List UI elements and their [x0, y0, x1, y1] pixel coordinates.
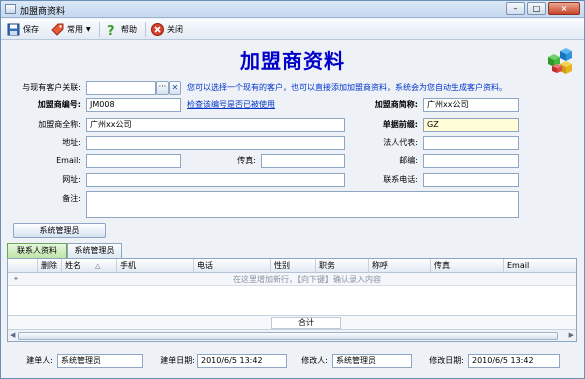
modifier-field: 系统管理员	[332, 354, 412, 368]
clear-button[interactable]: ✕	[169, 81, 181, 95]
fax-label: 传真:	[237, 156, 256, 165]
window: 加盟商资料 – □ × 保存 常用 ▼ ? 帮助 关闭 加盟商资料 与现有客户关…	[0, 0, 585, 379]
phone-input[interactable]	[423, 173, 519, 187]
website-input[interactable]	[86, 173, 345, 187]
new-row[interactable]: ✦ 在这里增加新行，【向下键】确认录入内容	[8, 273, 576, 286]
doc-prefix-input[interactable]: GZ	[423, 118, 519, 132]
common-menu-button[interactable]: 常用 ▼	[51, 22, 91, 37]
window-title: 加盟商资料	[20, 7, 66, 17]
scroll-right-icon[interactable]: ▶	[569, 331, 574, 339]
toolbar-separator	[99, 22, 100, 37]
close-icon	[151, 23, 164, 36]
save-icon	[7, 23, 20, 36]
maximize-button[interactable]: □	[527, 2, 546, 15]
modifier-label: 修改人:	[301, 356, 328, 365]
close-window-button[interactable]: ×	[548, 2, 580, 15]
scroll-left-icon[interactable]: ◀	[10, 331, 15, 339]
creator-field: 系统管理员	[57, 354, 143, 368]
close-button[interactable]: 关闭	[151, 22, 183, 37]
save-label: 保存	[23, 25, 39, 34]
code-input[interactable]: JM008	[86, 98, 181, 112]
column-header-mobile[interactable]: 手机	[117, 259, 194, 273]
page-title: 加盟商资料	[240, 49, 345, 73]
clear-x-icon: ✕	[171, 83, 179, 92]
new-row-icon: ✦	[13, 275, 19, 283]
title-bar: 加盟商资料 – □ ×	[1, 1, 584, 18]
column-header-name[interactable]: 姓名 △	[62, 259, 117, 273]
column-name-label: 姓名	[65, 261, 81, 270]
svg-text:?: ?	[107, 24, 115, 36]
contacts-grid: 删除 姓名 △ 手机 电话 性别 职务 称呼 传真 Email ✦ 在这里增加新行…	[7, 258, 577, 342]
column-header-fax[interactable]: 传真	[431, 259, 504, 273]
doc-prefix-label: 单据前缀:	[382, 120, 418, 129]
column-header-salutation[interactable]: 称呼	[369, 259, 431, 273]
sort-asc-icon: △	[95, 262, 101, 270]
short-name-input[interactable]: 广州xx公司	[423, 98, 519, 112]
tab-system-admin[interactable]: 系统管理员	[67, 243, 122, 258]
help-icon: ?	[107, 24, 115, 36]
header: 加盟商资料	[1, 41, 584, 75]
minimize-button[interactable]: –	[506, 2, 525, 15]
short-name-label: 加盟商简称:	[374, 100, 418, 109]
legal-rep-label: 法人代表:	[383, 138, 418, 147]
ellipsis-icon: ···	[158, 82, 167, 91]
fax-input[interactable]	[261, 154, 345, 168]
toolbar-separator	[145, 22, 146, 37]
link-customer-input[interactable]	[86, 81, 156, 95]
help-button[interactable]: ? 帮助	[105, 22, 137, 37]
legal-rep-input[interactable]	[423, 136, 519, 150]
horizontal-scrollbar[interactable]: ◀ ▶	[8, 329, 576, 341]
postcode-label: 邮编:	[399, 156, 418, 165]
link-customer-label: 与现有客户关联:	[22, 83, 81, 92]
chevron-down-icon: ▼	[86, 26, 91, 33]
modify-date-label: 修改日期:	[429, 356, 464, 365]
phone-label: 联系电话:	[383, 175, 418, 184]
creator-label: 建单人:	[26, 356, 53, 365]
email-label: Email:	[56, 156, 81, 165]
tab-contacts[interactable]: 联系人资料	[7, 243, 67, 258]
column-header-gender[interactable]: 性别	[271, 259, 316, 273]
link-hint-text: 您可以选择一个现有的客户，也可以直接添加加盟商资料，系统会为您自动生成客户资料。	[187, 83, 507, 92]
save-button[interactable]: 保存	[7, 22, 39, 37]
app-icon	[5, 4, 16, 14]
tag-icon	[51, 23, 64, 36]
create-date-label: 建单日期:	[160, 356, 195, 365]
grid-corner	[8, 259, 38, 273]
grid-footer: 合计	[8, 315, 576, 329]
full-name-label: 加盟商全称:	[38, 120, 81, 129]
note-textarea[interactable]	[86, 191, 519, 218]
modify-date-field: 2010/6/5 13:42	[468, 354, 560, 368]
address-input[interactable]	[86, 136, 345, 150]
browse-ellipsis-button[interactable]: ···	[156, 81, 169, 95]
system-admin-button[interactable]: 系统管理员	[13, 223, 106, 238]
column-header-phone[interactable]: 电话	[194, 259, 271, 273]
status-bar: 建单人: 系统管理员 建单日期: 2010/6/5 13:42 修改人: 系统管…	[1, 348, 584, 378]
create-date-field: 2010/6/5 13:42	[197, 354, 287, 368]
column-header-email[interactable]: Email	[504, 259, 576, 273]
close-label: 关闭	[167, 25, 183, 34]
toolbar: 保存 常用 ▼ ? 帮助 关闭	[1, 19, 584, 40]
common-label: 常用	[67, 25, 83, 34]
column-header-delete[interactable]: 删除	[38, 259, 62, 273]
column-header-title[interactable]: 职务	[316, 259, 369, 273]
address-label: 地址:	[62, 138, 81, 147]
cubes-logo-icon	[548, 48, 572, 74]
postcode-input[interactable]	[423, 154, 519, 168]
footer-sum-label: 合计	[271, 317, 341, 329]
check-code-link[interactable]: 检查该编号是否已被使用	[187, 99, 275, 111]
code-label: 加盟商编号:	[37, 100, 81, 109]
help-label: 帮助	[121, 25, 137, 34]
grid-header: 删除 姓名 △ 手机 电话 性别 职务 称呼 传真 Email	[8, 259, 576, 273]
full-name-input[interactable]: 广州xx公司	[86, 118, 345, 132]
new-row-hint: 在这里增加新行，【向下键】确认录入内容	[233, 275, 381, 284]
note-label: 备注:	[62, 194, 81, 203]
scrollbar-thumb[interactable]	[18, 332, 558, 340]
email-input[interactable]	[86, 154, 181, 168]
website-label: 网址:	[62, 175, 81, 184]
